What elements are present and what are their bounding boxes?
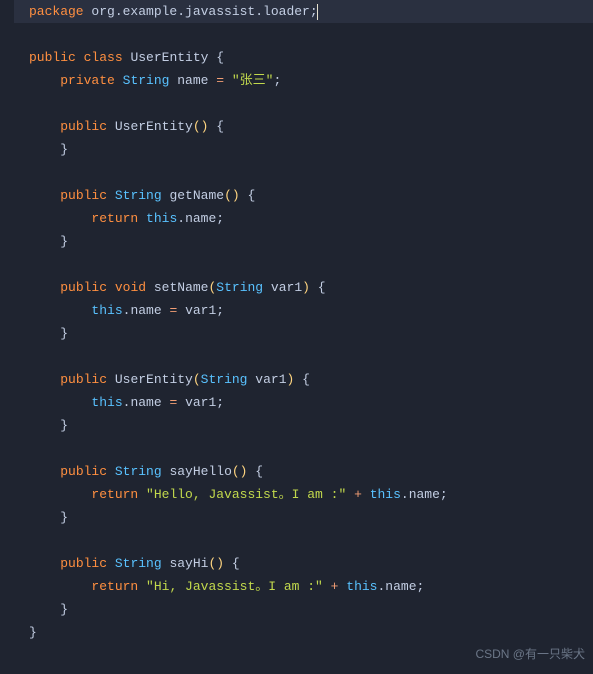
code-line[interactable]: public String sayHi() { bbox=[14, 552, 593, 575]
code-line[interactable] bbox=[14, 161, 593, 184]
code-line[interactable]: public UserEntity() { bbox=[14, 115, 593, 138]
code-line[interactable]: this.name = var1; bbox=[14, 299, 593, 322]
this-keyword: this bbox=[146, 211, 177, 226]
code-line[interactable]: package org.example.javassist.loader; bbox=[14, 0, 593, 23]
keyword: return bbox=[91, 487, 138, 502]
code-line[interactable] bbox=[14, 92, 593, 115]
constructor-name: UserEntity bbox=[115, 119, 193, 134]
method-name: sayHi bbox=[162, 556, 209, 571]
keyword: package bbox=[29, 4, 84, 19]
code-editor[interactable]: package org.example.javassist.loader; pu… bbox=[0, 0, 593, 674]
code-line[interactable]: return "Hello, Javassist。I am :" + this.… bbox=[14, 483, 593, 506]
type: String bbox=[115, 464, 162, 479]
class-name: UserEntity bbox=[130, 50, 208, 65]
string-literal: "Hello, Javassist。I am :" bbox=[138, 487, 346, 502]
keyword: public bbox=[60, 556, 107, 571]
type: String bbox=[201, 372, 248, 387]
code-line[interactable]: } bbox=[14, 414, 593, 437]
method-name: sayHello bbox=[162, 464, 232, 479]
code-line[interactable]: } bbox=[14, 621, 593, 644]
code-line[interactable]: public class UserEntity { bbox=[14, 46, 593, 69]
text-cursor bbox=[317, 4, 318, 20]
keyword: public bbox=[60, 280, 107, 295]
code-line[interactable] bbox=[14, 437, 593, 460]
this-keyword: this bbox=[91, 395, 122, 410]
string-literal: "张三" bbox=[224, 73, 273, 88]
type: String bbox=[123, 73, 170, 88]
method-name: setName bbox=[146, 280, 208, 295]
keyword: public bbox=[60, 372, 107, 387]
string-literal: "Hi, Javassist。I am :" bbox=[138, 579, 323, 594]
this-keyword: this bbox=[370, 487, 401, 502]
code-line[interactable]: return "Hi, Javassist。I am :" + this.nam… bbox=[14, 575, 593, 598]
type: String bbox=[115, 188, 162, 203]
type: String bbox=[216, 280, 263, 295]
keyword: return bbox=[91, 579, 138, 594]
code-line[interactable]: } bbox=[14, 322, 593, 345]
code-line[interactable] bbox=[14, 345, 593, 368]
code-line[interactable]: } bbox=[14, 598, 593, 621]
code-line[interactable]: return this.name; bbox=[14, 207, 593, 230]
keyword: public bbox=[60, 188, 107, 203]
code-line[interactable]: public UserEntity(String var1) { bbox=[14, 368, 593, 391]
type: String bbox=[115, 556, 162, 571]
this-keyword: this bbox=[346, 579, 377, 594]
code-line[interactable]: this.name = var1; bbox=[14, 391, 593, 414]
code-line[interactable]: public String getName() { bbox=[14, 184, 593, 207]
keyword: public bbox=[60, 464, 107, 479]
keyword: public bbox=[29, 50, 76, 65]
code-line[interactable]: public String sayHello() { bbox=[14, 460, 593, 483]
this-keyword: this bbox=[91, 303, 122, 318]
code-line[interactable] bbox=[14, 253, 593, 276]
keyword: public bbox=[60, 119, 107, 134]
package-name: org.example.javassist.loader; bbox=[84, 4, 318, 19]
code-line[interactable]: } bbox=[14, 506, 593, 529]
code-line[interactable]: private String name = "张三"; bbox=[14, 69, 593, 92]
code-line[interactable]: } bbox=[14, 138, 593, 161]
method-name: getName bbox=[162, 188, 224, 203]
keyword: return bbox=[91, 211, 138, 226]
keyword: class bbox=[84, 50, 123, 65]
keyword: void bbox=[115, 280, 146, 295]
code-line[interactable]: } bbox=[14, 230, 593, 253]
code-line[interactable]: public void setName(String var1) { bbox=[14, 276, 593, 299]
constructor-name: UserEntity bbox=[115, 372, 193, 387]
code-line[interactable] bbox=[14, 23, 593, 46]
code-line[interactable] bbox=[14, 529, 593, 552]
watermark: CSDN @有一只柴犬 bbox=[475, 643, 585, 666]
keyword: private bbox=[60, 73, 115, 88]
